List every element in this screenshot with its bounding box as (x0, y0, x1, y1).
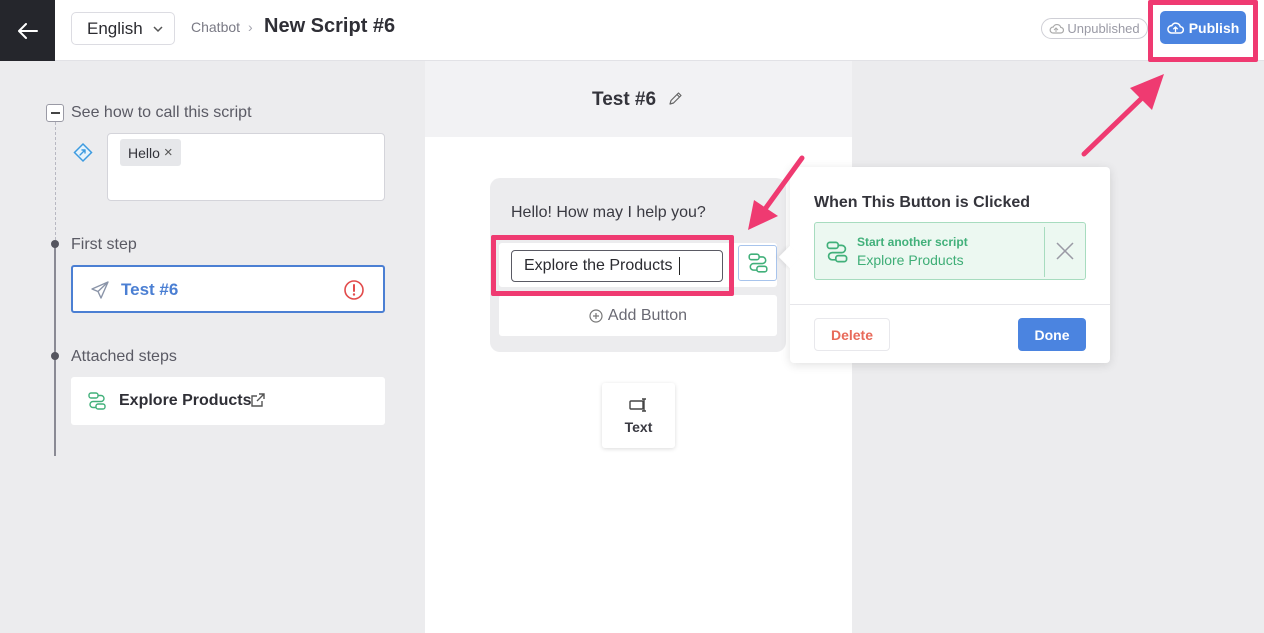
breadcrumb-separator: › (248, 19, 253, 35)
first-step-card[interactable]: Test #6 (71, 265, 385, 313)
attached-step-card[interactable]: Explore Products (71, 377, 385, 425)
tag-trigger-icon (73, 142, 93, 163)
editor-header: Test #6 (425, 61, 852, 137)
tree-node-dot (51, 240, 59, 248)
cloud-off-icon (1049, 23, 1065, 34)
script-editor-panel: Test #6 Hello! How may I help you? Explo… (425, 61, 852, 633)
status-text: Unpublished (1067, 21, 1140, 36)
external-link-icon[interactable] (250, 392, 266, 408)
attached-steps-label: Attached steps (71, 348, 177, 365)
action-target: Explore Products (857, 252, 964, 268)
text-cursor (678, 257, 680, 275)
arrow-left-icon (17, 22, 38, 39)
trigger-section-label[interactable]: See how to call this script (71, 104, 252, 122)
first-step-name: Test #6 (121, 280, 179, 299)
divider (1044, 227, 1045, 277)
tree-node-dot (51, 352, 59, 360)
publish-label: Publish (1188, 19, 1240, 36)
first-step-label: First step (71, 236, 137, 253)
text-block-icon (628, 397, 646, 412)
tree-connector-dashed (55, 122, 56, 240)
paper-plane-icon (91, 281, 109, 299)
chevron-down-icon (153, 26, 163, 33)
done-button[interactable]: Done (1018, 318, 1086, 351)
trigger-keywords-input[interactable]: Hello × (107, 133, 385, 201)
page-title: New Script #6 (264, 15, 396, 37)
add-button[interactable]: Add Button (499, 295, 777, 336)
collapse-button[interactable] (46, 104, 64, 122)
tree-connector (54, 244, 56, 456)
linked-script-card[interactable]: Start another script Explore Products (814, 222, 1086, 280)
status-badge: Unpublished (1041, 18, 1148, 39)
script-flow-icon (88, 392, 106, 410)
language-value: English (87, 18, 143, 38)
close-icon[interactable] (1054, 240, 1076, 262)
action-type: Start another script (857, 235, 968, 249)
annotation-arrow-icon (1081, 74, 1164, 157)
keyword-chip-label: Hello (128, 144, 160, 161)
add-button-label: Add Button (607, 306, 688, 324)
button-action-popover: When This Button is Clicked Start anothe… (790, 167, 1110, 363)
pencil-icon[interactable] (668, 91, 683, 106)
keyword-chip: Hello × (120, 139, 181, 166)
button-row: Explore the Products (499, 243, 777, 287)
divider (790, 304, 1110, 305)
step-title: Test #6 (592, 89, 657, 110)
button-label-value: Explore the Products (524, 257, 673, 274)
script-flow-icon (747, 253, 768, 273)
warning-icon (344, 280, 364, 300)
attached-step-name: Explore Products (119, 392, 252, 409)
delete-button[interactable]: Delete (814, 318, 890, 351)
breadcrumb-chatbot[interactable]: Chatbot (191, 19, 240, 35)
add-text-block-button[interactable]: Text (602, 383, 675, 448)
script-flow-icon (826, 241, 848, 263)
back-button[interactable] (0, 0, 55, 61)
top-bar: English Chatbot › New Script #6 Unpublis… (0, 0, 1264, 61)
cloud-upload-icon (1166, 22, 1184, 34)
button-label-input[interactable]: Explore the Products (511, 250, 723, 282)
message-text[interactable]: Hello! How may I help you? (511, 204, 706, 222)
language-select[interactable]: English (71, 12, 175, 45)
popover-title: When This Button is Clicked (814, 194, 1031, 211)
button-action-button[interactable] (738, 245, 777, 281)
plus-circle-icon (589, 308, 603, 323)
remove-chip-icon[interactable]: × (164, 144, 173, 161)
publish-button[interactable]: Publish (1160, 11, 1246, 44)
text-tool-label: Text (624, 418, 653, 435)
message-card[interactable]: Hello! How may I help you? Explore the P… (490, 178, 786, 352)
